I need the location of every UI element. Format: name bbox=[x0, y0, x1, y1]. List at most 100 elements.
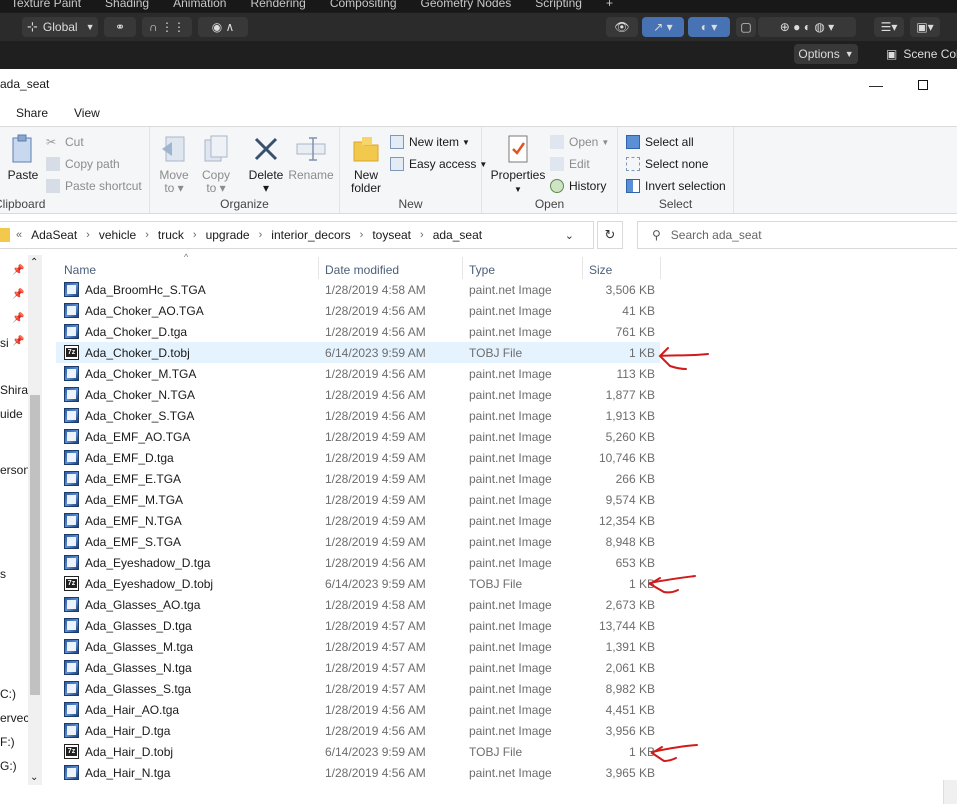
scene-collection-item[interactable]: ▣ Scene Col bbox=[886, 44, 957, 64]
breadcrumb-item[interactable]: truck bbox=[158, 228, 184, 242]
column-divider[interactable] bbox=[462, 257, 463, 279]
file-row[interactable]: Ada_Choker_N.TGA 1/28/2019 4:56 AM paint.n… bbox=[56, 384, 660, 405]
breadcrumb-item[interactable]: AdaSeat bbox=[31, 228, 77, 242]
search-box[interactable]: ⚲ Search ada_seat bbox=[637, 221, 957, 249]
nav-item[interactable]: G:) bbox=[0, 759, 17, 773]
breadcrumb-item[interactable]: interior_decors bbox=[271, 228, 350, 242]
file-row[interactable]: Ada_EMF_S.TGA 1/28/2019 4:59 AM paint.net … bbox=[56, 531, 660, 552]
invert-selection-button[interactable]: Invert selection bbox=[626, 177, 726, 195]
new-folder-button[interactable]: New folder bbox=[346, 133, 386, 195]
breadcrumb-item[interactable]: vehicle bbox=[99, 228, 136, 242]
tab-share[interactable]: Share bbox=[16, 106, 48, 120]
history-button[interactable]: History bbox=[550, 177, 606, 195]
column-type[interactable]: Type bbox=[469, 263, 495, 277]
file-row[interactable]: Ada_EMF_E.TGA 1/28/2019 4:59 AM paint.net … bbox=[56, 468, 660, 489]
paste-button[interactable]: Paste bbox=[4, 133, 42, 182]
column-divider[interactable] bbox=[582, 257, 583, 279]
file-row[interactable]: Ada_Choker_S.TGA 1/28/2019 4:56 AM paint.n… bbox=[56, 405, 660, 426]
file-row[interactable]: Ada_EMF_M.TGA 1/28/2019 4:59 AM paint.net … bbox=[56, 489, 660, 510]
file-row[interactable]: Ada_Hair_N.tga 1/28/2019 4:56 AM paint.net… bbox=[56, 762, 660, 783]
file-row[interactable]: Ada_Hair_AO.tga 1/28/2019 4:56 AM paint.ne… bbox=[56, 699, 660, 720]
file-row[interactable]: Ada_Choker_D.tga 1/28/2019 4:56 AM paint.n… bbox=[56, 321, 660, 342]
scroll-down-icon[interactable]: ⌄ bbox=[30, 772, 38, 783]
add-workspace-button[interactable]: + bbox=[594, 0, 625, 9]
workspace-tab[interactable]: Animation bbox=[161, 0, 238, 9]
copy-to-button[interactable]: Copy to ▾ bbox=[198, 133, 234, 195]
breadcrumb-item[interactable]: toyseat bbox=[372, 228, 411, 242]
file-row[interactable]: Ada_EMF_N.TGA 1/28/2019 4:59 AM paint.net … bbox=[56, 510, 660, 531]
column-name[interactable]: Name bbox=[64, 263, 96, 277]
file-row[interactable]: Ada_Glasses_N.tga 1/28/2019 4:57 AM paint.… bbox=[56, 657, 660, 678]
file-row[interactable]: Ada_Glasses_AO.tga 1/28/2019 4:58 AM paint… bbox=[56, 594, 660, 615]
easy-access-button[interactable]: Easy access ▼ bbox=[390, 155, 487, 173]
file-row[interactable]: Ada_Glasses_D.tga 1/28/2019 4:57 AM paint.… bbox=[56, 615, 660, 636]
open-button[interactable]: Open ▼ bbox=[550, 133, 609, 151]
nav-item[interactable]: erson bbox=[0, 463, 30, 477]
xray-toggle[interactable]: ▢ bbox=[736, 17, 756, 37]
nav-item[interactable]: F:) bbox=[0, 735, 15, 749]
maximize-button[interactable] bbox=[900, 69, 946, 100]
snap-dropdown[interactable]: ∩ ⋮⋮ bbox=[142, 17, 192, 37]
column-divider[interactable] bbox=[318, 257, 319, 279]
nav-item[interactable]: s bbox=[0, 567, 6, 581]
workspace-tab[interactable]: Shading bbox=[93, 0, 161, 9]
delete-button[interactable]: Delete ▾ bbox=[246, 133, 286, 195]
gizmo-dropdown[interactable]: ↗ ▾ bbox=[642, 17, 684, 37]
column-date-modified[interactable]: Date modified bbox=[325, 263, 399, 277]
display-mode-dropdown[interactable]: ▣▾ bbox=[910, 17, 940, 37]
cut-button[interactable]: ✂ Cut bbox=[46, 133, 84, 151]
nav-scroll-thumb[interactable] bbox=[30, 395, 40, 695]
workspace-tab[interactable]: Geometry Nodes bbox=[409, 0, 524, 9]
file-row[interactable]: Ada_Glasses_S.tga 1/28/2019 4:57 AM paint.… bbox=[56, 678, 660, 699]
file-row[interactable]: 7z Ada_Eyeshadow_D.tobj 6/14/2023 9:59 AM T… bbox=[56, 573, 660, 594]
paste-shortcut-button[interactable]: Paste shortcut bbox=[46, 177, 142, 195]
file-row[interactable]: Ada_Eyeshadow_D.tga 1/28/2019 4:56 AM pain… bbox=[56, 552, 660, 573]
options-dropdown[interactable]: Options ▼ bbox=[794, 44, 858, 64]
address-bar[interactable]: « AdaSeat › vehicle › truck › upgrade › inte… bbox=[0, 221, 594, 249]
chevron-down-icon[interactable]: ⌄ bbox=[565, 229, 574, 242]
file-row[interactable]: 7z Ada_Choker_D.tobj 6/14/2023 9:59 AM TOBJ… bbox=[56, 342, 660, 363]
edit-button[interactable]: Edit bbox=[550, 155, 590, 173]
minimize-button[interactable]: — bbox=[853, 69, 899, 100]
file-row[interactable]: Ada_EMF_D.tga 1/28/2019 4:59 AM paint.net … bbox=[56, 447, 660, 468]
select-none-button[interactable]: Select none bbox=[626, 155, 708, 173]
breadcrumb-item[interactable]: ada_seat bbox=[433, 228, 482, 242]
rename-button[interactable]: Rename bbox=[288, 133, 334, 182]
select-all-button[interactable]: Select all bbox=[626, 133, 694, 151]
refresh-button[interactable]: ↻ bbox=[597, 221, 623, 249]
column-size[interactable]: Size bbox=[589, 263, 612, 277]
new-item-button[interactable]: New item ▼ bbox=[390, 133, 470, 151]
editor-type-dropdown[interactable]: ☰▾ bbox=[874, 17, 904, 37]
breadcrumb-item[interactable]: upgrade bbox=[206, 228, 250, 242]
nav-item[interactable]: si bbox=[0, 336, 9, 350]
file-row[interactable]: Ada_Choker_AO.TGA 1/28/2019 4:56 AM paint.… bbox=[56, 300, 660, 321]
proportional-edit-dropdown[interactable]: ◉ ∧ bbox=[198, 17, 248, 37]
overlay-dropdown[interactable]: ◐ ▾ bbox=[688, 17, 730, 37]
pivot-point-dropdown[interactable]: ⚭ bbox=[104, 17, 136, 37]
shading-mode-buttons[interactable]: ⊕ ● ◐ ◍ ▾ bbox=[758, 17, 856, 37]
tab-view[interactable]: View bbox=[74, 106, 100, 120]
file-row[interactable]: Ada_Glasses_M.tga 1/28/2019 4:57 AM paint.… bbox=[56, 636, 660, 657]
file-row[interactable]: Ada_Hair_D.tga 1/28/2019 4:56 AM paint.net… bbox=[56, 720, 660, 741]
column-divider[interactable] bbox=[660, 257, 661, 279]
workspace-tab[interactable]: Rendering bbox=[238, 0, 317, 9]
nav-item[interactable]: uide bbox=[0, 407, 23, 421]
vertical-scrollbar[interactable] bbox=[943, 780, 957, 804]
copy-path-button[interactable]: Copy path bbox=[46, 155, 120, 173]
scroll-up-icon[interactable]: ⌃ bbox=[30, 257, 38, 268]
workspace-tab[interactable]: Compositing bbox=[318, 0, 409, 9]
visibility-dropdown[interactable]: 👁 bbox=[606, 17, 638, 37]
nav-item[interactable]: ervec bbox=[0, 711, 29, 725]
select-none-label: Select none bbox=[645, 157, 709, 171]
transform-orientation-dropdown[interactable]: ⊹ Global ▼ bbox=[22, 17, 98, 37]
nav-item[interactable]: C:) bbox=[0, 687, 16, 701]
properties-button[interactable]: Properties ▼ bbox=[490, 133, 546, 196]
file-row[interactable]: Ada_BroomHc_S.TGA 1/28/2019 4:58 AM paint.… bbox=[56, 279, 660, 300]
overflow-chevron-icon[interactable]: « bbox=[16, 229, 22, 241]
move-to-button[interactable]: Move to ▾ bbox=[158, 133, 190, 195]
workspace-tab[interactable]: Texture Paint bbox=[0, 0, 93, 9]
workspace-tab[interactable]: Scripting bbox=[523, 0, 594, 9]
file-row[interactable]: Ada_EMF_AO.TGA 1/28/2019 4:59 AM paint.net… bbox=[56, 426, 660, 447]
file-row[interactable]: 7z Ada_Hair_D.tobj 6/14/2023 9:59 AM TOBJ F… bbox=[56, 741, 660, 762]
file-row[interactable]: Ada_Choker_M.TGA 1/28/2019 4:56 AM paint.n… bbox=[56, 363, 660, 384]
